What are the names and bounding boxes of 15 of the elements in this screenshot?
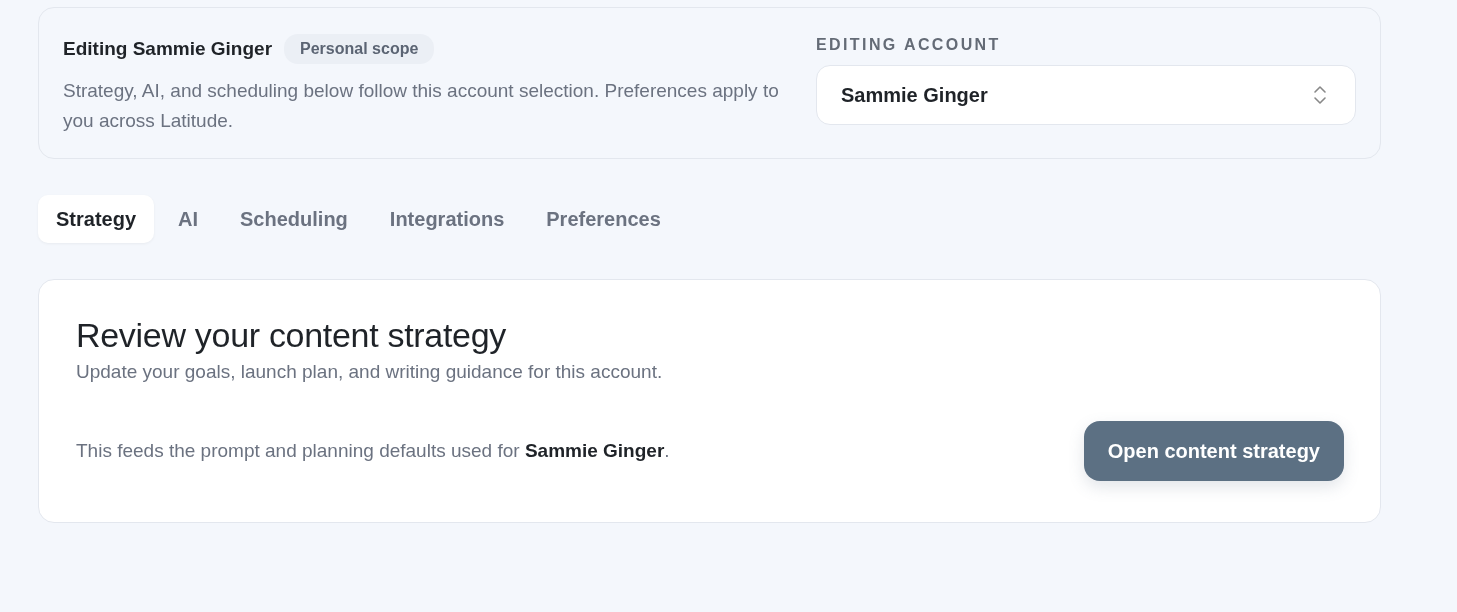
panel-subtitle: Update your goals, launch plan, and writing guidance for this account. bbox=[76, 361, 664, 383]
tab[interactable]: AI bbox=[160, 195, 217, 243]
selector-label: EDITING ACCOUNT bbox=[816, 36, 1002, 54]
open-strategy-button[interactable]: Open content strategy bbox=[1083, 421, 1344, 481]
panel-note: This feeds the prompt and planning defaults used for Sammie Ginger. bbox=[76, 440, 670, 462]
tab[interactable]: Preferences bbox=[528, 195, 679, 243]
scope-badge: Personal scope bbox=[284, 34, 435, 64]
chevron-up-down-icon bbox=[1313, 84, 1327, 106]
panel-title: Review your content strategy bbox=[76, 316, 508, 355]
tab[interactable]: Scheduling bbox=[222, 195, 366, 243]
tab[interactable]: Integrations bbox=[371, 195, 523, 243]
account-select[interactable]: Sammie Ginger bbox=[816, 65, 1356, 125]
account-description: Strategy, AI, and scheduling below follow this account selection. Preferences apply to you across Latitude. bbox=[63, 79, 780, 133]
account-title: Editing Sammie Ginger bbox=[63, 38, 273, 60]
tab[interactable]: Strategy bbox=[38, 195, 155, 243]
